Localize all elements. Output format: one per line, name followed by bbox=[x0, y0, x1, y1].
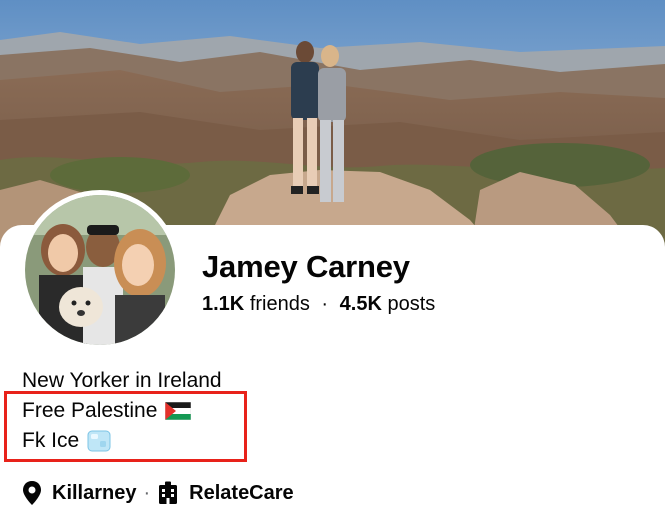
workplace-text[interactable]: RelateCare bbox=[189, 482, 294, 505]
stats-separator: · bbox=[321, 293, 329, 315]
profile-screenshot: Jamey Carney 1.1K friends · 4.5K posts N… bbox=[0, 0, 665, 525]
workplace-building-icon bbox=[159, 481, 178, 504]
profile-avatar[interactable] bbox=[20, 190, 180, 350]
avatar-image bbox=[25, 195, 175, 345]
friends-count[interactable]: 1.1K bbox=[202, 293, 244, 315]
profile-info-row: Killarney · RelateCare bbox=[22, 480, 294, 506]
info-separator: · bbox=[143, 481, 151, 504]
posts-label[interactable]: posts bbox=[387, 293, 435, 315]
highlight-box bbox=[4, 391, 247, 462]
profile-stats: 1.1K friends · 4.5K posts bbox=[202, 293, 435, 316]
friends-label[interactable]: friends bbox=[250, 293, 310, 315]
posts-count[interactable]: 4.5K bbox=[340, 293, 382, 315]
profile-name: Jamey Carney bbox=[202, 249, 410, 284]
location-text[interactable]: Killarney bbox=[52, 482, 136, 505]
location-pin-icon bbox=[23, 481, 41, 505]
